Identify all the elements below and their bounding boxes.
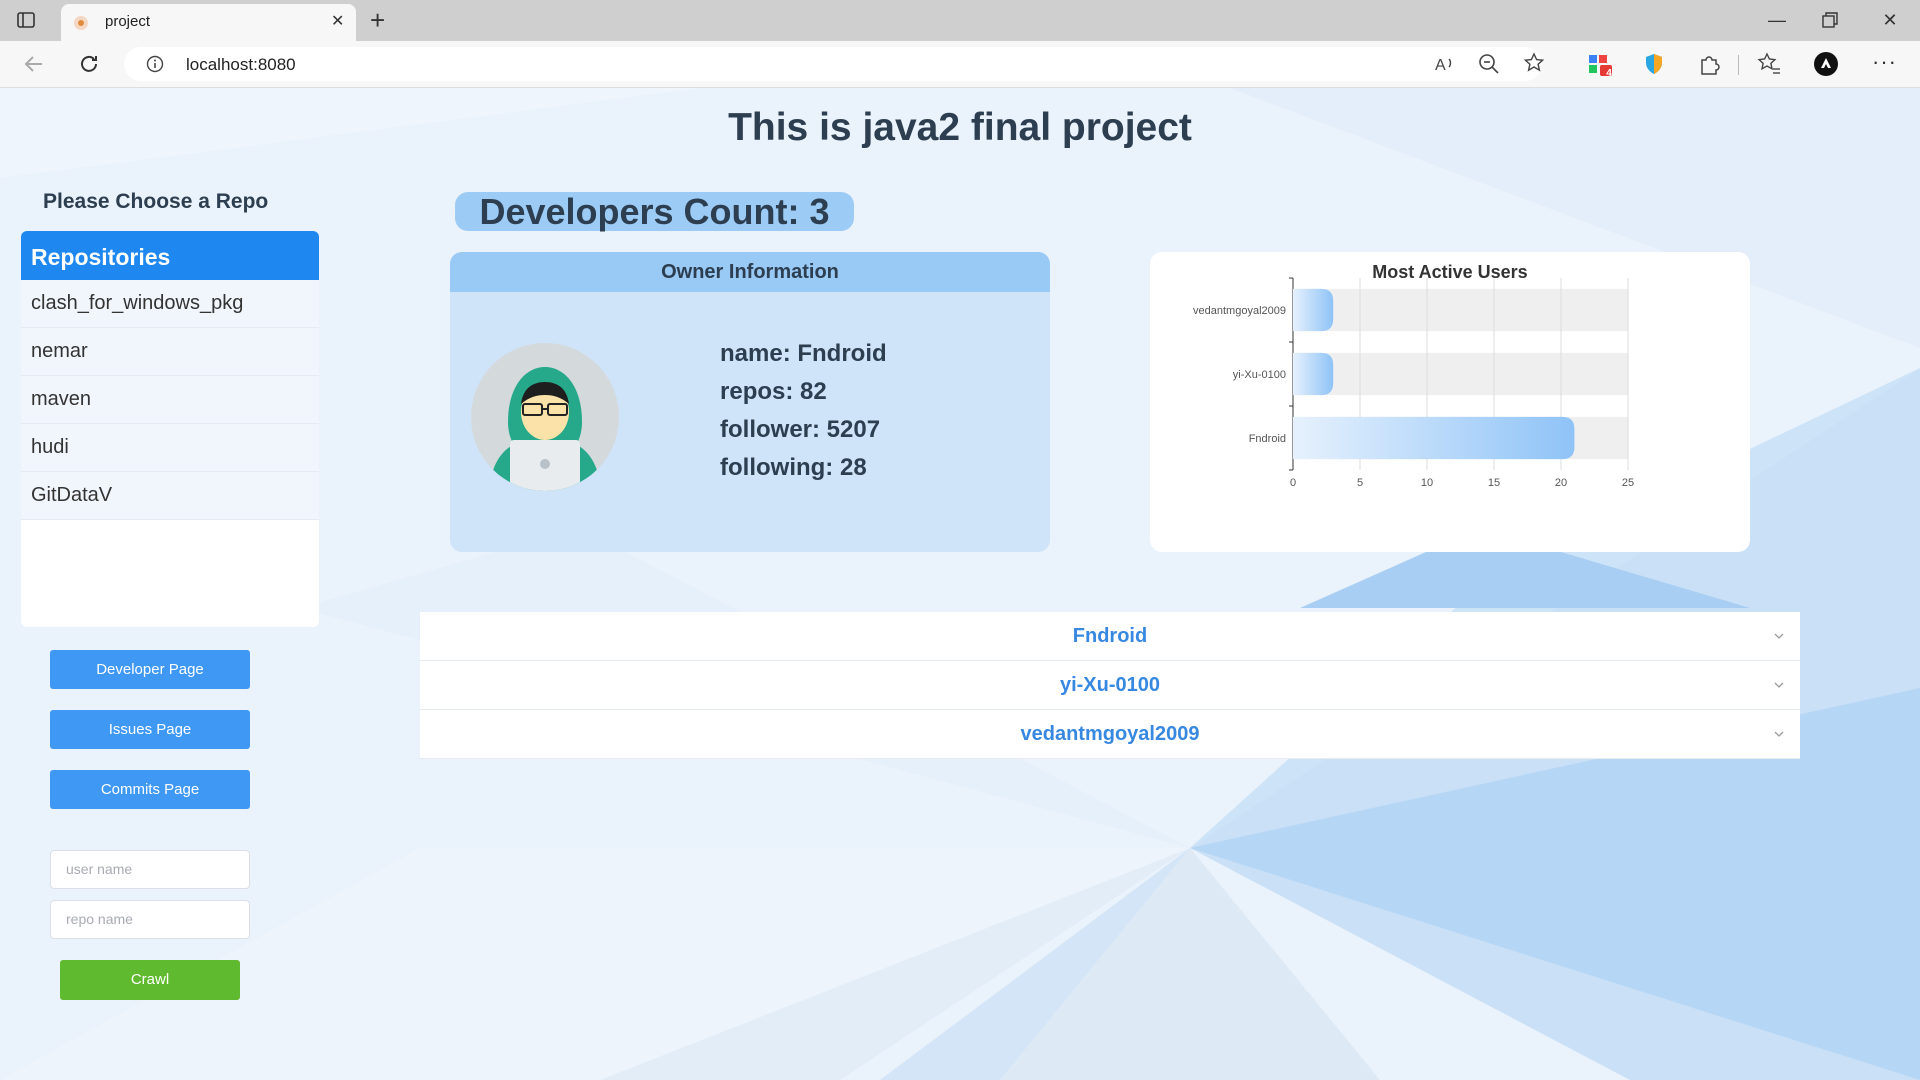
issues-page-button[interactable]: Issues Page [50, 710, 250, 749]
most-active-users-card: 0 5 10 15 20 25 vedantmgoyal2009 yi-Xu-0100 Fndr… [1150, 252, 1750, 552]
url-text: localhost:8080 [186, 55, 296, 74]
repository-menu: Repositories clash_for_windows_pkg nemar… [21, 231, 319, 627]
more-menu-icon[interactable]: ··· [1872, 49, 1897, 75]
bar-background [1293, 288, 1628, 332]
restore-icon[interactable] [1820, 10, 1840, 30]
svg-text:A: A [1435, 57, 1446, 74]
browser-tab-bar: project ✕ + — ✕ [0, 0, 1920, 41]
user-name-input[interactable]: user name [50, 850, 250, 889]
repo-item-hudi[interactable]: hudi [21, 424, 319, 472]
read-aloud-icon[interactable]: A [1432, 51, 1458, 77]
back-icon[interactable] [22, 52, 46, 76]
repo-name-input[interactable]: repo name [50, 900, 250, 939]
crawl-button[interactable]: Crawl [60, 960, 240, 1000]
bar [1293, 288, 1334, 332]
extension-badge: 4 [1606, 68, 1612, 79]
tab-close-icon[interactable]: ✕ [331, 13, 344, 31]
repo-item-gitdatav[interactable]: GitDataV [21, 472, 319, 520]
collapse-item-label: vedantmgoyal2009 [1020, 723, 1200, 745]
x-tick-label: 0 [1290, 477, 1296, 489]
close-window-icon[interactable]: ✕ [1875, 8, 1905, 32]
collapse-item-yi-xu-0100[interactable]: yi-Xu-0100 [420, 661, 1800, 710]
developer-page-button[interactable]: Developer Page [50, 650, 250, 689]
commits-page-button[interactable]: Commits Page [50, 770, 250, 809]
x-tick-label: 25 [1622, 477, 1634, 489]
developer-avatar-icon [471, 343, 619, 491]
y-category-label: vedantmgoyal2009 [1193, 305, 1286, 317]
collapse-item-label: yi-Xu-0100 [1059, 674, 1161, 696]
collapse-item-label: Fndroid [1072, 625, 1148, 647]
owner-name: name: Fndroid [720, 340, 887, 367]
puzzle-extensions-icon[interactable] [1696, 51, 1722, 77]
chevron-down-icon [1774, 731, 1784, 737]
y-category-label: Fndroid [1249, 433, 1286, 445]
shield-extension-icon[interactable] [1641, 51, 1667, 77]
address-bar-row: localhost:8080 A 4 ··· [0, 41, 1920, 88]
collapse-item-vedantmgoyal2009[interactable]: vedantmgoyal2009 [420, 710, 1800, 759]
url-field[interactable]: localhost:8080 [124, 47, 1542, 81]
owner-info-list: name: Fndroid repos: 82 follower: 5207 f… [720, 340, 887, 492]
minimize-icon[interactable]: — [1762, 8, 1792, 32]
most-active-users-chart: 0 5 10 15 20 25 vedantmgoyal2009 yi-Xu-0100 Fndr… [1193, 277, 1634, 489]
toolbar-divider [1738, 55, 1739, 75]
page-title: This is java2 final project [728, 106, 1192, 149]
bar [1293, 416, 1575, 460]
owner-repos: repos: 82 [720, 378, 827, 405]
favorite-add-icon[interactable] [1522, 51, 1548, 77]
page: This is java2 final project Please Choos… [0, 88, 1920, 1080]
x-tick-label: 5 [1357, 477, 1363, 489]
profile-avatar-icon[interactable] [1813, 51, 1839, 77]
new-tab-icon[interactable]: + [370, 6, 385, 34]
owner-information-card: Owner Information name: Fndroid repos: 8… [450, 252, 1050, 552]
owner-follower: follower: 5207 [720, 416, 881, 443]
bar [1293, 352, 1334, 396]
repo-item-nemar[interactable]: nemar [21, 328, 319, 376]
tab-actions-icon[interactable] [16, 10, 36, 30]
x-tick-label: 15 [1488, 477, 1500, 489]
chevron-down-icon [1774, 633, 1784, 639]
repo-item-maven[interactable]: maven [21, 376, 319, 424]
site-info-icon[interactable] [146, 55, 164, 73]
tab-title: project [105, 13, 151, 30]
repo-item-clash-for-windows-pkg[interactable]: clash_for_windows_pkg [21, 280, 319, 328]
zoom-out-icon[interactable] [1476, 51, 1502, 77]
x-tick-label: 20 [1555, 477, 1567, 489]
y-category-label: yi-Xu-0100 [1233, 369, 1286, 381]
refresh-icon[interactable] [77, 52, 101, 76]
favorites-icon[interactable] [1756, 51, 1782, 77]
chevron-down-icon [1774, 682, 1784, 688]
repositories-header: Repositories [21, 231, 319, 280]
x-tick-label: 10 [1421, 477, 1433, 489]
favicon-icon [74, 16, 88, 30]
chart-title: Most Active Users [1372, 262, 1528, 282]
developer-collapse-list: Fndroid yi-Xu-0100 vedantmgoyal2009 [420, 612, 1800, 759]
developers-count: Developers Count: 3 [455, 192, 854, 231]
choose-repo-label: Please Choose a Repo [43, 190, 269, 213]
browser-tab[interactable]: project ✕ [61, 4, 356, 41]
owner-following: following: 28 [720, 454, 867, 481]
owner-information-header: Owner Information [450, 252, 1050, 292]
bar-background [1293, 352, 1628, 396]
collapse-item-fndroid[interactable]: Fndroid [420, 612, 1800, 661]
